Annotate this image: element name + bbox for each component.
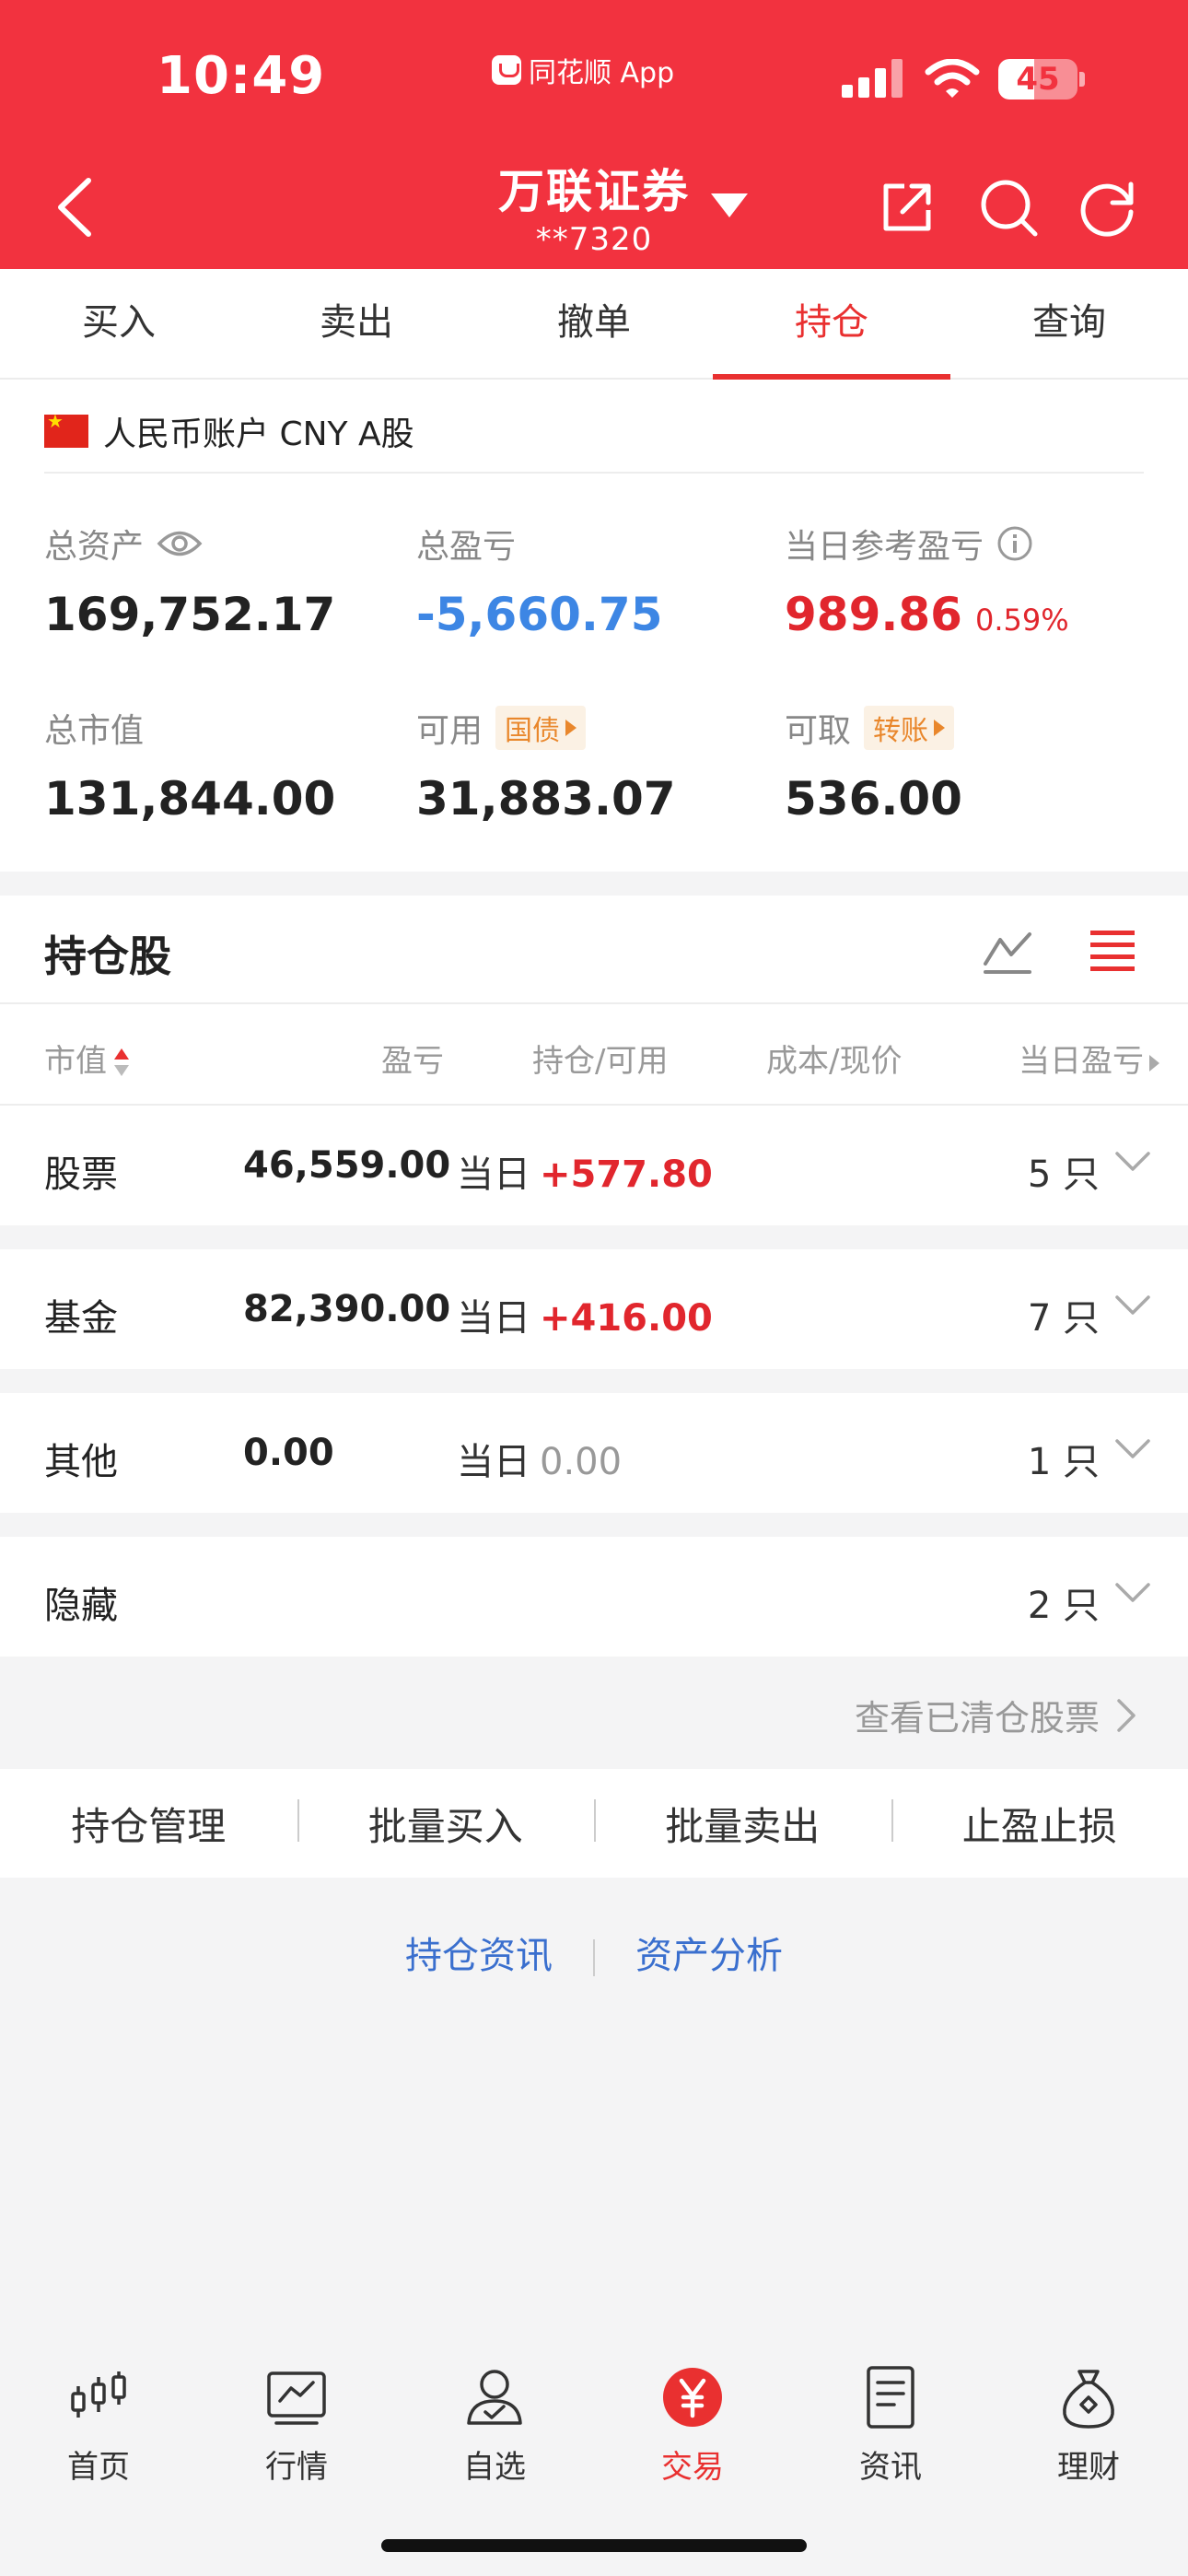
total-assets: 总资产 169,752.17 [44, 520, 335, 641]
share-icon[interactable] [877, 177, 938, 238]
total-pnl-value: -5,660.75 [416, 588, 663, 641]
market-value-value: 131,844.00 [44, 772, 336, 825]
total-assets-label: 总资产 [44, 528, 145, 566]
status-app-label: 同花顺 App [529, 57, 675, 89]
column-market-value[interactable]: 市值 [44, 1036, 131, 1081]
china-flag-icon [44, 410, 88, 448]
withdrawable-label: 可取 [785, 712, 852, 750]
money-bag-icon [1063, 2370, 1114, 2429]
refresh-icon[interactable] [1077, 177, 1138, 238]
tabbar-news[interactable]: 资讯 [826, 2364, 955, 2487]
line-chart-icon[interactable] [982, 929, 1033, 975]
holding-category-stocks[interactable]: 股票 46,559.00 当日 +577.80 5 只 [0, 1106, 1188, 1225]
info-links: 持仓资讯 资产分析 [0, 1926, 1188, 1979]
daily-pnl-pct: 0.59% [974, 603, 1069, 638]
document-icon [867, 2366, 914, 2429]
arrow-right-icon [934, 720, 946, 736]
status-time: 10:49 [157, 46, 326, 106]
app-badge-icon [492, 55, 521, 85]
tabbar-watchlist[interactable]: 自选 [430, 2364, 559, 2487]
market-value-label: 总市值 [44, 712, 145, 750]
chart-icon [267, 2371, 326, 2425]
tabbar-market[interactable]: 行情 [232, 2364, 361, 2487]
transfer-label: 转账 [873, 715, 929, 747]
market-value: 总市值 131,844.00 [44, 704, 335, 825]
treasury-bond-label: 国债 [505, 715, 561, 747]
available-label: 可用 [416, 712, 483, 750]
holding-category-other[interactable]: 其他 0.00 当日 0.00 1 只 [0, 1393, 1188, 1513]
holdings-header: 持仓股 [0, 896, 1188, 1004]
chevron-down-icon [1115, 1152, 1150, 1171]
treasury-bond-link[interactable]: 国债 [495, 706, 587, 750]
column-pnl[interactable]: 盈亏 [381, 1036, 444, 1081]
cleared-stocks-label: 查看已清仓股票 [854, 1698, 1100, 1739]
column-position[interactable]: 持仓/可用 [532, 1036, 668, 1081]
info-icon[interactable] [996, 525, 1033, 562]
column-daily-pnl[interactable]: 当日盈亏 [1019, 1036, 1159, 1081]
scroll-right-icon [1149, 1054, 1159, 1071]
position-news-link[interactable]: 持仓资讯 [405, 1926, 553, 1979]
holding-category-funds[interactable]: 基金 82,390.00 当日 +416.00 7 只 [0, 1249, 1188, 1369]
currency-account-label: 人民币账户 CNY A股 [103, 416, 414, 453]
divider [593, 1939, 595, 1976]
broker-name: 万联证券 [498, 165, 690, 218]
holdings-title: 持仓股 [44, 931, 171, 981]
total-pnl-label: 总盈亏 [416, 528, 517, 566]
user-check-icon [467, 2370, 522, 2425]
trade-tabs: 买入 卖出 撤单 持仓 查询 [0, 269, 1188, 380]
batch-buy-button[interactable]: 批量买入 [297, 1796, 595, 1852]
home-indicator [381, 2539, 807, 2552]
divider [44, 472, 1144, 474]
total-assets-value: 169,752.17 [44, 588, 336, 641]
list-icon[interactable] [1089, 927, 1136, 975]
chevron-down-icon [1115, 1583, 1150, 1602]
currency-account: 人民币账户 CNY A股 [44, 407, 414, 455]
cleared-stocks-link[interactable]: 查看已清仓股票 [855, 1690, 1136, 1740]
chevron-down-icon [1115, 1295, 1150, 1315]
holding-category-hidden[interactable]: 隐藏 2 只 [0, 1537, 1188, 1657]
tab-cancel[interactable]: 撤单 [475, 269, 713, 378]
battery-icon: 45 [998, 59, 1077, 100]
daily-pnl-value: 989.86 [785, 588, 962, 641]
position-manage-button[interactable]: 持仓管理 [0, 1796, 297, 1852]
holdings-column-header: 市值 盈亏 持仓/可用 成本/现价 当日盈亏 [0, 1004, 1188, 1106]
battery-level: 45 [1016, 61, 1060, 98]
arrow-right-icon [565, 720, 577, 736]
daily-pnl: 当日参考盈亏 989.86 0.59% [785, 520, 1069, 641]
available-funds: 可用 国债 31,883.07 [416, 704, 676, 825]
tab-sell[interactable]: 卖出 [238, 269, 475, 378]
chevron-down-icon [1115, 1439, 1150, 1458]
wifi-icon [925, 59, 980, 98]
battery-tip [1079, 72, 1085, 87]
tab-buy[interactable]: 买入 [0, 269, 238, 378]
eye-icon[interactable] [157, 528, 203, 559]
available-value: 31,883.07 [416, 772, 676, 825]
tabbar-home[interactable]: 首页 [34, 2364, 163, 2487]
withdrawable-value: 536.00 [785, 772, 962, 825]
account-summary: 人民币账户 CNY A股 总资产 169,752.17 总盈亏 -5,660.7… [0, 380, 1188, 872]
position-actions-bar: 持仓管理 批量买入 批量卖出 止盈止损 [0, 1769, 1188, 1878]
status-app-indicator[interactable]: 同花顺 App [492, 50, 674, 90]
candlestick-icon [71, 2371, 126, 2418]
asset-analysis-link[interactable]: 资产分析 [635, 1926, 783, 1979]
app-header: 10:49 同花顺 App 45 万联证券 **7320 [0, 0, 1188, 269]
chevron-right-icon [1117, 1698, 1136, 1732]
tab-query[interactable]: 查询 [950, 269, 1188, 378]
transfer-link[interactable]: 转账 [864, 706, 955, 750]
tabbar-wealth[interactable]: 理财 [1024, 2364, 1153, 2487]
yuan-icon [663, 2368, 722, 2427]
take-profit-stop-loss-button[interactable]: 止盈止损 [891, 1796, 1188, 1852]
signal-icon [842, 57, 903, 98]
search-icon[interactable] [978, 177, 1039, 238]
tab-positions[interactable]: 持仓 [713, 269, 950, 380]
tabbar-trade[interactable]: 交易 [628, 2364, 757, 2487]
batch-sell-button[interactable]: 批量卖出 [594, 1796, 891, 1852]
column-cost-price[interactable]: 成本/现价 [766, 1036, 902, 1081]
caret-down-icon [711, 193, 748, 217]
sort-icon [112, 1047, 131, 1080]
daily-pnl-label: 当日参考盈亏 [785, 528, 984, 566]
withdrawable-funds: 可取 转账 536.00 [785, 704, 962, 825]
total-pnl: 总盈亏 -5,660.75 [416, 520, 662, 641]
